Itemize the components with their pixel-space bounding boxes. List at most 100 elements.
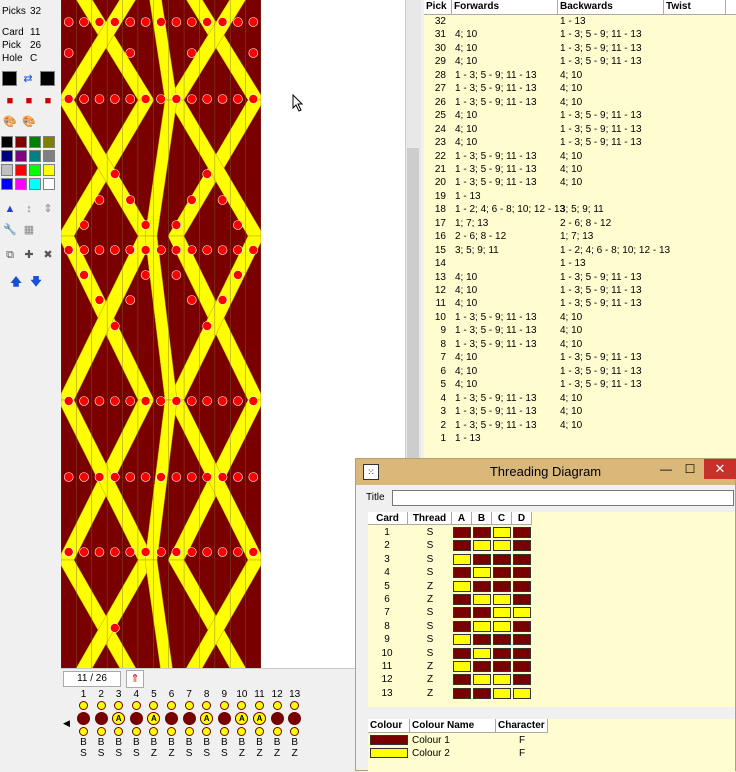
threading-hole-cell[interactable]	[453, 580, 471, 592]
threading-hole-cell[interactable]	[513, 647, 531, 659]
picks-row[interactable]: 13 4; 10 1 - 3; 5 - 9; 11 - 13	[424, 271, 736, 284]
threading-hole-cell[interactable]	[513, 553, 531, 565]
scroll-left-icon[interactable]: ◀	[63, 718, 70, 729]
picks-row[interactable]: 12 4; 10 1 - 3; 5 - 9; 11 - 13	[424, 284, 736, 297]
threading-header-cell[interactable]: B	[472, 512, 492, 525]
picks-row[interactable]: 28 1 - 3; 5 - 9; 11 - 13 4; 10	[424, 69, 736, 82]
threading-row[interactable]: 12 Z	[368, 673, 735, 686]
picks-row[interactable]: 3 1 - 3; 5 - 9; 11 - 13 4; 10	[424, 405, 736, 418]
threading-hole-cell[interactable]	[473, 634, 491, 646]
colour-header-cell[interactable]: Colour Name	[410, 719, 496, 733]
threading-header-cell[interactable]: Thread	[408, 512, 452, 525]
threading-hole-cell[interactable]	[473, 580, 491, 592]
picks-row[interactable]: 16 2 - 6; 8 - 12 1; 7; 13	[424, 230, 736, 243]
picks-row[interactable]: 32 1 - 13	[424, 15, 736, 28]
picks-row[interactable]: 30 4; 10 1 - 3; 5 - 9; 11 - 13	[424, 42, 736, 55]
threading-hole-cell[interactable]	[473, 620, 491, 632]
palette-swatch[interactable]	[43, 164, 55, 176]
palette-swatch[interactable]	[15, 178, 27, 190]
threading-header-cell[interactable]: Card	[368, 512, 408, 525]
weave-direction-icon[interactable]: ⇑	[126, 670, 144, 688]
colour-replace-icon[interactable]: ■	[40, 94, 56, 108]
threading-hole-cell[interactable]	[473, 661, 491, 672]
threading-hole-cell[interactable]	[473, 594, 491, 605]
picks-row[interactable]: 27 1 - 3; 5 - 9; 11 - 13 4; 10	[424, 82, 736, 95]
threading-hole-cell[interactable]	[513, 674, 531, 686]
picks-row[interactable]: 2 1 - 3; 5 - 9; 11 - 13 4; 10	[424, 419, 736, 432]
palette-swatch[interactable]	[29, 164, 41, 176]
picks-row[interactable]: 22 1 - 3; 5 - 9; 11 - 13 4; 10	[424, 150, 736, 163]
threading-row[interactable]: 9S	[368, 633, 735, 646]
expand-vertical-icon[interactable]: ⇕	[40, 202, 56, 216]
threading-hole-cell[interactable]	[453, 527, 471, 538]
threading-hole-cell[interactable]	[453, 647, 471, 659]
window-titlebar[interactable]: ⁙ Threading Diagram — ☐ ✕	[356, 459, 736, 485]
move-vertical-icon[interactable]: ↕	[21, 202, 37, 216]
picks-row[interactable]: 29 4; 10 1 - 3; 5 - 9; 11 - 13	[424, 55, 736, 68]
threading-hole-cell[interactable]	[493, 607, 511, 619]
picks-row[interactable]: 31 4; 10 1 - 3; 5 - 9; 11 - 13	[424, 28, 736, 41]
threading-hole-cell[interactable]	[473, 687, 491, 699]
picks-row[interactable]: 19 1 - 13	[424, 190, 736, 203]
picks-row[interactable]: 5 4; 10 1 - 3; 5 - 9; 11 - 13	[424, 378, 736, 391]
threading-hole-cell[interactable]	[473, 527, 491, 538]
palette-swatch[interactable]	[15, 150, 27, 162]
tools-icon[interactable]: 🔧	[2, 223, 18, 237]
threading-row[interactable]: 5Z	[368, 580, 735, 593]
picks-row[interactable]: 23 4; 10 1 - 3; 5 - 9; 11 - 13	[424, 136, 736, 149]
threading-hole-cell[interactable]	[513, 594, 531, 605]
threading-hole-cell[interactable]	[513, 634, 531, 646]
threading-hole-cell[interactable]	[513, 620, 531, 632]
threading-hole-cell[interactable]	[493, 553, 511, 565]
threading-hole-cell[interactable]	[493, 674, 511, 686]
picks-row[interactable]: 11 4; 10 1 - 3; 5 - 9; 11 - 13	[424, 297, 736, 310]
palette-swatch[interactable]	[43, 178, 55, 190]
threading-row[interactable]: 6Z	[368, 593, 735, 606]
threading-hole-cell[interactable]	[493, 527, 511, 538]
threading-hole-cell[interactable]	[453, 674, 471, 686]
grid-icon[interactable]: ▦	[21, 223, 37, 237]
threading-hole-cell[interactable]	[453, 620, 471, 632]
threading-row[interactable]: 2S	[368, 539, 735, 552]
picks-row[interactable]: 9 1 - 3; 5 - 9; 11 - 13 4; 10	[424, 324, 736, 337]
picks-row[interactable]: 15 3; 5; 9; 11 1 - 2; 4; 6 - 8; 10; 12 - 1…	[424, 244, 736, 257]
picks-row[interactable]: 14 1 - 13	[424, 257, 736, 270]
colour-header-cell[interactable]: Character	[496, 719, 548, 733]
threading-header-cell[interactable]: A	[452, 512, 472, 525]
threading-header-cell[interactable]: D	[512, 512, 532, 525]
palette-swatch[interactable]	[1, 136, 13, 148]
threading-hole-cell[interactable]	[493, 567, 511, 579]
threading-header-cell[interactable]: C	[492, 512, 512, 525]
threading-row[interactable]: 8S	[368, 620, 735, 633]
palette-swatch[interactable]	[29, 178, 41, 190]
threading-hole-cell[interactable]	[493, 647, 511, 659]
picks-row[interactable]: 20 1 - 3; 5 - 9; 11 - 13 4; 10	[424, 176, 736, 189]
picks-header-cell[interactable]: Backwards	[558, 0, 664, 14]
threading-hole-cell[interactable]	[493, 620, 511, 632]
threading-row[interactable]: 10 S	[368, 647, 735, 660]
palette-swatch[interactable]	[43, 136, 55, 148]
threading-row[interactable]: 4S	[368, 566, 735, 579]
arrow-down-icon[interactable]: 🡇	[28, 275, 44, 289]
palette-swatch[interactable]	[15, 164, 27, 176]
threading-hole-cell[interactable]	[473, 647, 491, 659]
card-add-icon[interactable]: ✚	[21, 248, 37, 262]
threading-hole-cell[interactable]	[493, 634, 511, 646]
palette-swatch[interactable]	[43, 150, 55, 162]
picks-row[interactable]: 7 4; 10 1 - 3; 5 - 9; 11 - 13	[424, 351, 736, 364]
threading-row[interactable]: 1S	[368, 526, 735, 539]
threading-hole-cell[interactable]	[513, 540, 531, 552]
colour-header-cell[interactable]: Colour	[368, 719, 410, 733]
title-input[interactable]	[392, 490, 734, 506]
picks-header-cell[interactable]: Forwards	[452, 0, 558, 14]
picks-row[interactable]: 10 1 - 3; 5 - 9; 11 - 13 4; 10	[424, 311, 736, 324]
threading-hole-cell[interactable]	[473, 674, 491, 686]
threading-hole-cell[interactable]	[453, 540, 471, 552]
threading-hole-cell[interactable]	[493, 540, 511, 552]
palette-icon[interactable]: 🎨	[2, 115, 18, 129]
palette-swatch[interactable]	[29, 150, 41, 162]
threading-hole-cell[interactable]	[473, 567, 491, 579]
threading-hole-cell[interactable]	[473, 553, 491, 565]
background-colour-swatch[interactable]	[40, 71, 55, 86]
picks-row[interactable]: 17 1; 7; 13 2 - 6; 8 - 12	[424, 217, 736, 230]
